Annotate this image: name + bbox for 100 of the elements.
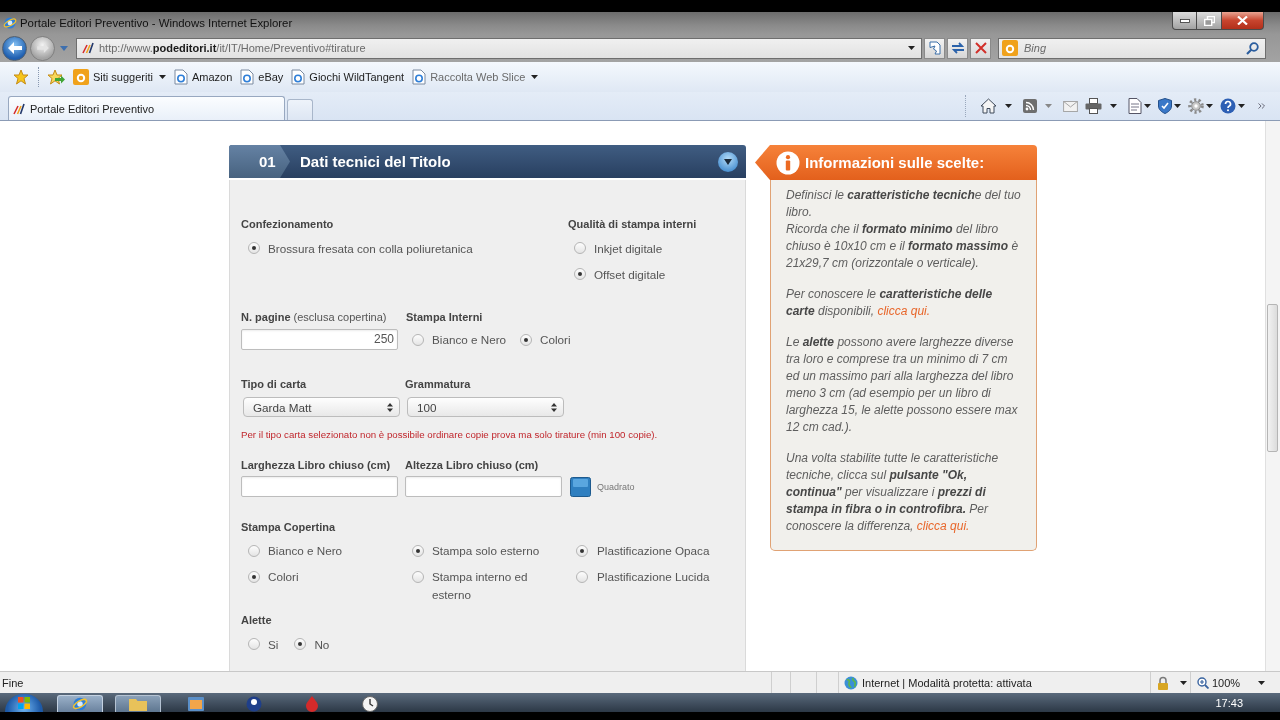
feeds-button[interactable]	[1023, 99, 1052, 113]
option-label: Plastificazione Opaca	[597, 543, 710, 559]
radio-button[interactable]	[412, 333, 424, 346]
clock-time: 17:43	[1215, 696, 1243, 709]
zone-text: Internet | Modalità protetta: attivata	[862, 676, 1032, 689]
slashes-icon	[82, 42, 94, 54]
caret-icon	[724, 158, 732, 165]
close-button[interactable]	[1222, 12, 1264, 30]
caret-icon	[1174, 104, 1181, 108]
address-field[interactable]: http://www.podeditori.it/it/IT/Home/Preventivo#tirature	[76, 37, 922, 59]
forward-button[interactable]	[30, 35, 55, 61]
caret-icon	[1144, 104, 1151, 108]
option-label: Bianco e Nero	[432, 333, 507, 346]
field-label: N. pagine (esclusa copertina)	[241, 310, 388, 325]
restore-button[interactable]	[1197, 12, 1222, 30]
page-icon	[412, 69, 427, 85]
search-button[interactable]	[1246, 41, 1259, 55]
radio-button[interactable]	[576, 545, 588, 557]
radio-button[interactable]	[574, 268, 586, 280]
option-label: Plastificazione Lucida	[597, 569, 710, 585]
radio-button[interactable]	[412, 545, 424, 557]
tools-button[interactable]	[1188, 98, 1213, 114]
radio-button[interactable]	[248, 638, 260, 650]
more-commands-button[interactable]	[1258, 103, 1265, 109]
browser-tab[interactable]: Portale Editori Preventivo	[8, 96, 285, 120]
search-field[interactable]: Bing	[998, 37, 1266, 59]
caret-icon	[1005, 104, 1012, 108]
start-button[interactable]	[5, 694, 43, 712]
height-field[interactable]	[405, 476, 562, 497]
radio-button[interactable]	[248, 571, 260, 583]
option-label: Inkjet digitale	[594, 241, 663, 255]
page-icon	[240, 69, 255, 85]
zoom-button[interactable]: 100%	[1197, 676, 1265, 689]
scrollbar[interactable]	[1265, 121, 1280, 671]
radio-button[interactable]	[248, 545, 260, 557]
globe-ring-icon	[3, 16, 17, 30]
caret-icon	[1180, 680, 1187, 685]
caret-icon	[1045, 104, 1052, 108]
radio-button[interactable]	[294, 638, 307, 650]
safety-button[interactable]	[1158, 98, 1181, 114]
disc-icon	[246, 695, 262, 712]
field-label: Qualità di stampa interni	[568, 217, 697, 232]
add-favorites-button[interactable]	[47, 68, 65, 86]
double-chevron-icon	[1258, 103, 1265, 109]
globe-ring-icon	[72, 696, 88, 712]
info-text: Definisci le caratteristiche tecniche del tuo libro.	[786, 187, 1022, 221]
field-label: Tipo di carta	[241, 377, 308, 392]
paper-weight-select[interactable]: 100	[407, 397, 564, 417]
option-label: Quadrato	[597, 481, 635, 492]
minimize-button[interactable]	[1172, 12, 1197, 30]
right-arrow-icon	[36, 43, 49, 53]
caret-icon	[1110, 104, 1117, 108]
help-button[interactable]	[1220, 98, 1245, 114]
scroll-thumb[interactable]	[1267, 304, 1278, 452]
favorite-link[interactable]: Amazon	[173, 69, 233, 85]
info-icon	[776, 150, 800, 175]
shield-icon	[1158, 98, 1172, 114]
page-menu-button[interactable]	[1128, 98, 1151, 114]
slashes-icon	[13, 102, 25, 115]
caret-icon[interactable]	[908, 46, 915, 50]
field-label: Grammatura	[405, 377, 472, 392]
info-text: Per conoscere le caratteristiche delle carte disponibili, clicca qui.	[786, 286, 994, 320]
two-arrows-icon	[950, 41, 965, 55]
field-label: Alette	[241, 613, 273, 628]
option-label: Colori	[540, 333, 571, 346]
back-button[interactable]	[2, 35, 27, 61]
suggested-sites-button[interactable]: Siti suggeriti	[73, 69, 166, 85]
stop-button[interactable]	[970, 37, 991, 59]
option-label: Colori	[268, 569, 299, 585]
option-label: Stampa interno ed esterno	[432, 569, 529, 603]
favorite-link[interactable]: Giochi WildTangent	[291, 69, 405, 85]
web-slice-gallery-button[interactable]: Raccolta Web Slice	[412, 69, 539, 85]
option-label: Brossura fresata con colla poliuretanica	[268, 241, 473, 255]
info-title: Informazioni sulle scelte:	[805, 154, 985, 171]
radio-button[interactable]	[520, 333, 533, 346]
print-button[interactable]	[1085, 98, 1117, 114]
paper-type-select[interactable]: Garda Matt	[243, 397, 400, 417]
panel-title: Dati tecnici del Titolo	[300, 153, 451, 170]
page-count-field[interactable]: 250	[241, 329, 398, 350]
radio-button[interactable]	[576, 571, 588, 583]
status-text: Fine	[2, 676, 24, 689]
radio-button[interactable]	[248, 242, 260, 254]
compatibility-view-button[interactable]	[924, 37, 945, 59]
page-icon	[291, 69, 306, 85]
up-down-arrows-icon	[551, 402, 557, 412]
info-text: Ricorda che il formato minimo del libro chiuso è 10x10 cm e il formato massimo è 21x29,7 cm (orizzontale o verticale).	[786, 221, 1020, 272]
radio-button[interactable]	[412, 571, 424, 583]
protected-mode-button[interactable]	[1156, 675, 1187, 690]
field-label: Altezza Libro chiuso (cm)	[405, 458, 540, 473]
zoom-in-icon	[1197, 676, 1209, 689]
refresh-button[interactable]	[947, 37, 968, 59]
collapse-button[interactable]	[718, 151, 738, 172]
width-field[interactable]	[241, 476, 398, 497]
home-button[interactable]	[980, 98, 1012, 114]
caret-icon	[531, 75, 539, 79]
caret-icon	[1206, 104, 1213, 108]
square-icon[interactable]	[570, 476, 591, 497]
favorite-link[interactable]: eBay	[240, 69, 284, 85]
star-icon	[13, 69, 29, 85]
radio-button[interactable]	[574, 242, 586, 254]
